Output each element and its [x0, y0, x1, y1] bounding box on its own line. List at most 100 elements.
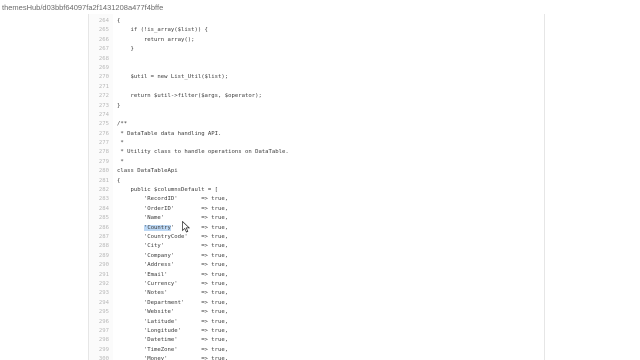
- code-line: 269: [89, 64, 544, 73]
- code-text[interactable]: 'Country' => true,: [117, 224, 228, 233]
- line-number: 266: [98, 36, 109, 43]
- code-line: 298 'Datetime' => true,: [89, 336, 544, 345]
- line-number: 283: [98, 196, 109, 203]
- line-number: 275: [98, 121, 109, 128]
- line-number: 264: [98, 18, 109, 24]
- line-number: 295: [98, 309, 109, 316]
- code-line: 297 'Longitude' => true,: [89, 327, 544, 336]
- code-text[interactable]: 'CountryCode' => true,: [117, 233, 228, 242]
- code-line: 267 }: [89, 45, 544, 54]
- code-text[interactable]: }: [117, 45, 133, 54]
- code-line: 266 return array();: [89, 36, 544, 45]
- code-text[interactable]: /**: [117, 120, 127, 129]
- line-number: 300: [98, 356, 109, 360]
- code-text[interactable]: *: [117, 158, 123, 167]
- line-number: 286: [98, 224, 109, 231]
- code-line: 281 {: [89, 177, 544, 186]
- line-number: 274: [98, 111, 109, 118]
- code-text[interactable]: if (!is_array($list)) {: [117, 26, 207, 35]
- code-text[interactable]: return array();: [117, 36, 195, 45]
- code-text[interactable]: * Utility class to handle operations on …: [117, 148, 288, 157]
- code-text[interactable]: 'Department' => true,: [117, 299, 228, 308]
- code-line: 282 public $columnsDefault = [: [89, 186, 544, 195]
- code-text[interactable]: *: [117, 139, 123, 148]
- line-number: 298: [98, 337, 109, 344]
- selected-text[interactable]: 'Country: [143, 224, 171, 231]
- line-number: 278: [98, 149, 109, 156]
- line-number: 287: [98, 233, 109, 240]
- code-line: 270 $util = new List_Util($list);: [89, 73, 544, 82]
- code-text[interactable]: 'Datetime' => true,: [117, 336, 228, 345]
- url-text: themesHub/d03bbf64097fa2f1431208a477f4bf…: [2, 3, 164, 12]
- code-text[interactable]: * DataTable data handling API.: [117, 130, 221, 139]
- code-viewer: 264{265 if (!is_array($list)) {266 retur…: [88, 14, 545, 360]
- code-line: 271: [89, 83, 544, 92]
- line-number: 265: [98, 27, 109, 34]
- code-line: 287 'CountryCode' => true,: [89, 233, 544, 242]
- code-text[interactable]: {: [117, 17, 120, 26]
- line-number: 267: [98, 46, 109, 53]
- line-number: 294: [98, 299, 109, 306]
- line-number: 289: [98, 252, 109, 259]
- code-text[interactable]: public $columnsDefault = [: [117, 186, 218, 195]
- code-line: 278 * Utility class to handle operations…: [89, 148, 544, 157]
- line-number: 281: [98, 177, 109, 184]
- code-text[interactable]: 'Address' => true,: [117, 261, 228, 270]
- code-text[interactable]: 'City' => true,: [117, 242, 228, 251]
- line-number: 282: [98, 187, 109, 194]
- code-text[interactable]: 'Money' => true,: [117, 355, 228, 360]
- code-line: 265 if (!is_array($list)) {: [89, 26, 544, 35]
- address-bar[interactable]: themesHub/d03bbf64097fa2f1431208a477f4bf…: [0, 0, 640, 15]
- code-text[interactable]: 'Longitude' => true,: [117, 327, 228, 336]
- code-line: 285 'Name' => true,: [89, 214, 544, 223]
- line-number: 272: [98, 93, 109, 100]
- code-text[interactable]: 'Website' => true,: [117, 308, 228, 317]
- code-line: 283 'RecordID' => true,: [89, 195, 544, 204]
- code-line: 276 * DataTable data handling API.: [89, 130, 544, 139]
- line-number: 293: [98, 290, 109, 297]
- code-line: 280 class DataTableApi: [89, 167, 544, 176]
- code-line: 295 'Website' => true,: [89, 308, 544, 317]
- code-line: 284 'OrderID' => true,: [89, 205, 544, 214]
- line-number: 284: [98, 205, 109, 212]
- line-number: 280: [98, 168, 109, 175]
- line-number: 291: [98, 271, 109, 278]
- line-number: 297: [98, 327, 109, 334]
- code-text[interactable]: 'RecordID' => true,: [117, 195, 228, 204]
- line-number: 276: [98, 130, 109, 137]
- code-line: 277 *: [89, 139, 544, 148]
- code-text[interactable]: }: [117, 102, 120, 111]
- code-text[interactable]: 'Company' => true,: [117, 252, 228, 261]
- line-number: 299: [98, 346, 109, 353]
- code-text[interactable]: 'Notes' => true,: [117, 289, 228, 298]
- line-number: 273: [98, 102, 109, 109]
- code-text[interactable]: class DataTableApi: [117, 167, 178, 176]
- code-line: 279 *: [89, 158, 544, 167]
- code-text[interactable]: 'OrderID' => true,: [117, 205, 228, 214]
- line-number: 290: [98, 262, 109, 269]
- code-line: 294 'Department' => true,: [89, 299, 544, 308]
- code-text[interactable]: 'Currency' => true,: [117, 280, 228, 289]
- code-line: 289 'Company' => true,: [89, 252, 544, 261]
- code-text[interactable]: 'Latitude' => true,: [117, 318, 228, 327]
- code-line: 293 'Notes' => true,: [89, 289, 544, 298]
- line-number: 285: [98, 215, 109, 222]
- code-text[interactable]: $util = new List_Util($list);: [117, 73, 228, 82]
- code-text[interactable]: 'Email' => true,: [117, 271, 228, 280]
- code-line: 300 'Money' => true,: [89, 355, 544, 360]
- line-number: 269: [98, 64, 109, 71]
- line-number: 279: [98, 158, 109, 165]
- line-number: 271: [98, 83, 109, 90]
- code-line: 296 'Latitude' => true,: [89, 318, 544, 327]
- code-text[interactable]: return $util->filter($args, $operator);: [117, 92, 261, 101]
- code-text[interactable]: 'TimeZone' => true,: [117, 346, 228, 355]
- code-text[interactable]: {: [117, 177, 120, 186]
- code-line: 291 'Email' => true,: [89, 271, 544, 280]
- line-number: 288: [98, 243, 109, 250]
- code-text[interactable]: 'Name' => true,: [117, 214, 228, 223]
- line-number: 277: [98, 140, 109, 147]
- code-line: 272 return $util->filter($args, $operato…: [89, 92, 544, 101]
- mouse-cursor-icon: [182, 221, 190, 233]
- code-line: 274: [89, 111, 544, 120]
- code-line: 264 {: [89, 17, 544, 26]
